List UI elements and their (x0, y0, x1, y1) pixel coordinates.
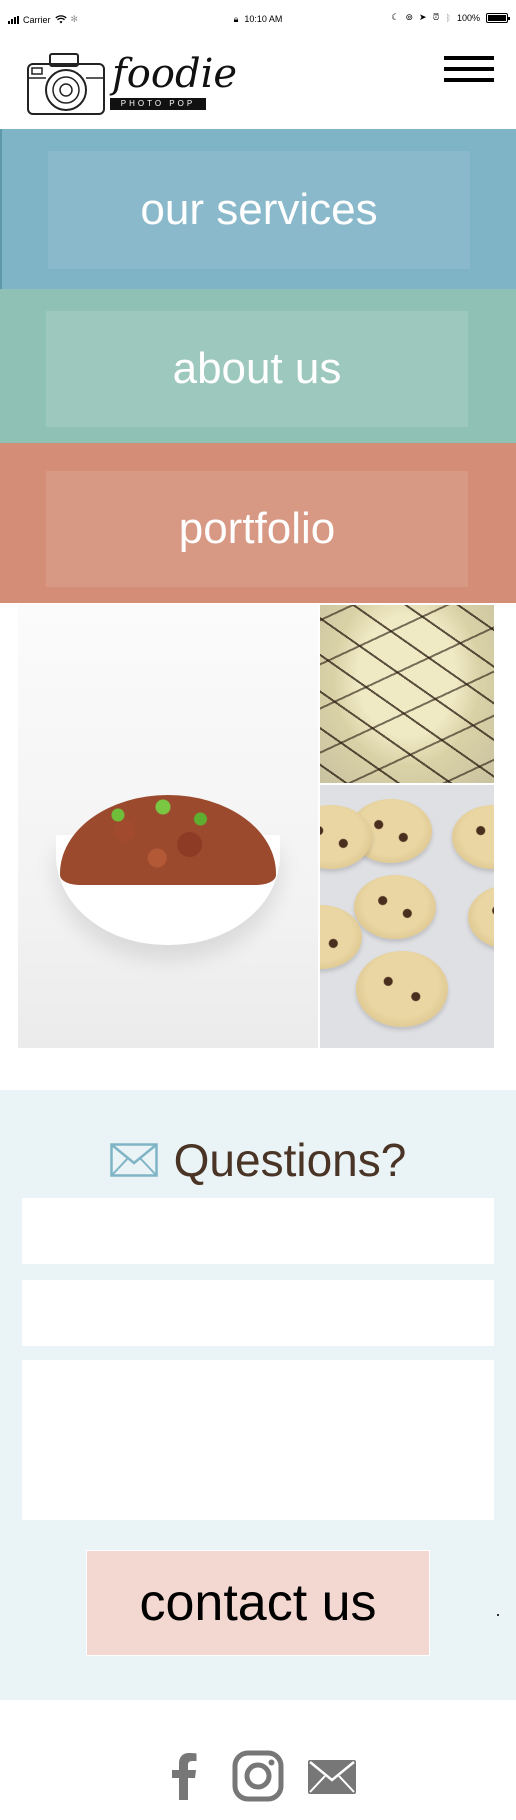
logo[interactable]: foodie PHOTO POP (26, 50, 237, 120)
photo-gallery (0, 603, 516, 1090)
nav-band-about: about us (0, 289, 516, 443)
lock-icon: 🔒︎ (233, 14, 239, 24)
social-links (0, 1750, 516, 1802)
bluetooth-icon: ᛒ (445, 12, 451, 23)
cookie (356, 951, 448, 1027)
battery-percent: 100% (456, 12, 480, 23)
logo-tagline: PHOTO POP (110, 98, 206, 110)
name-field[interactable] (22, 1198, 494, 1264)
cookie (354, 875, 436, 939)
location-icon: ➤ (418, 12, 427, 22)
site-footer (0, 1700, 516, 1820)
envelope-icon (109, 1143, 158, 1177)
email-icon[interactable] (306, 1750, 358, 1802)
facebook-icon[interactable] (158, 1750, 210, 1802)
baked-beans-photo[interactable] (18, 605, 318, 1048)
alarm-icon: ⏰︎ (432, 12, 440, 22)
chocolate-drizzle (320, 605, 494, 783)
nav-link-portfolio[interactable]: portfolio (46, 471, 468, 587)
nav-link-services[interactable]: our services (48, 151, 470, 269)
rotation-lock-icon: ⊚ (405, 12, 413, 22)
logo-wordmark: foodie (112, 51, 238, 97)
contact-us-button[interactable]: contact us (86, 1550, 430, 1656)
site-header: foodie PHOTO POP (0, 40, 516, 128)
cookie (452, 805, 494, 869)
ice-cream-photo[interactable] (320, 605, 494, 783)
hamburger-menu-icon[interactable] (444, 56, 494, 84)
dot (497, 1614, 499, 1616)
contact-section: Questions? contact us (0, 1090, 516, 1700)
email-field[interactable] (22, 1280, 494, 1346)
clock-label: 10:10 AM (244, 14, 283, 24)
nav-link-about[interactable]: about us (46, 311, 468, 427)
message-field[interactable] (22, 1360, 494, 1520)
status-bar: Carrier ✻ 🔒︎ 10:10 AM ☾ ⊚ ➤ ⏰︎ ᛒ 100% (0, 0, 516, 40)
green-onions (88, 795, 238, 835)
camera-icon (27, 53, 105, 115)
status-bar-right: ☾ ⊚ ➤ ⏰︎ ᛒ 100% (391, 12, 510, 23)
contact-heading: Questions? (0, 1130, 516, 1190)
nav-band-portfolio: portfolio (0, 443, 516, 603)
battery-icon (486, 12, 510, 23)
cookies-photo[interactable] (320, 785, 494, 1048)
moon-icon: ☾ (391, 12, 400, 22)
nav-band-services: our services (0, 129, 516, 289)
instagram-icon[interactable] (232, 1750, 284, 1802)
contact-title: Questions? (173, 1134, 407, 1186)
cookie (468, 885, 494, 949)
